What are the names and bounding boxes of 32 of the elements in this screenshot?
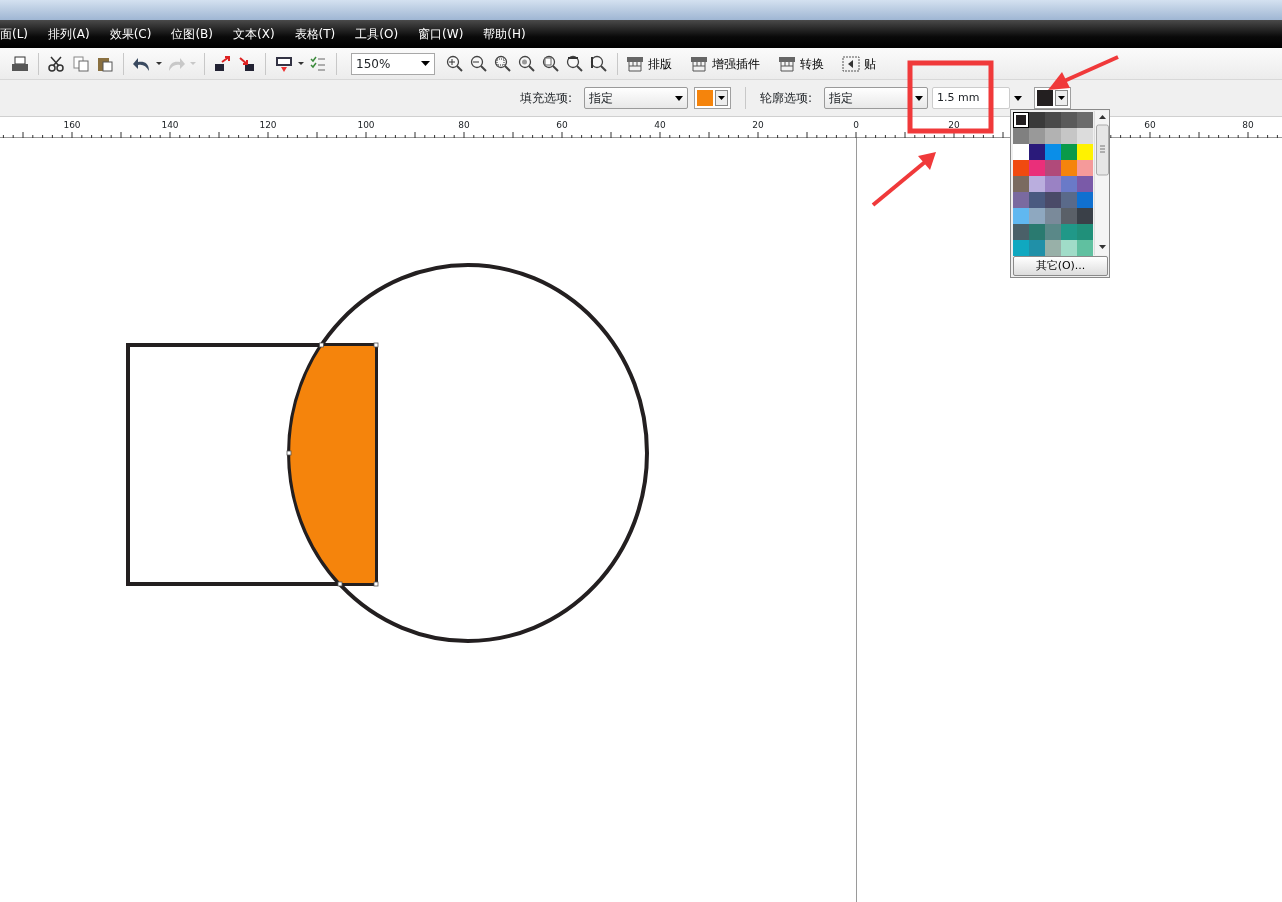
ruler-label: 100 (357, 119, 375, 132)
menu-item[interactable]: 表格(T) (294, 25, 336, 43)
ruler-label: 0 (853, 119, 859, 132)
ruler-label: 40 (654, 119, 666, 132)
menu-item[interactable]: 帮助(H) (483, 25, 526, 43)
menu-item[interactable]: 工具(O) (355, 25, 399, 43)
ruler-label: 20 (948, 119, 960, 132)
menu-item[interactable]: 文本(X) (233, 25, 275, 43)
toolbar-button[interactable]: 增强插件 (688, 54, 762, 73)
ruler-label: 60 (556, 119, 568, 132)
ruler-label: 120 (259, 119, 277, 132)
ruler-label: 80 (1242, 119, 1254, 132)
toolbar-button[interactable]: 贴 (840, 54, 878, 73)
ruler-label: 160 (63, 119, 81, 132)
menu-item[interactable]: 位图(B) (171, 25, 213, 43)
ruler-label: 20 (752, 119, 764, 132)
fill-dropdown[interactable]: 指定 (584, 87, 689, 109)
menu-item[interactable]: 面(L) (0, 25, 29, 43)
menu-item[interactable]: 窗口(W) (418, 25, 464, 43)
fill-label: 填充选项: (520, 90, 573, 107)
outline-label: 轮廓选项: (760, 90, 813, 107)
ruler-label: 80 (458, 119, 470, 132)
toolbar-button[interactable]: 排版 (624, 54, 674, 73)
outline-dropdown[interactable]: 指定 (824, 87, 929, 109)
other-colors-button[interactable]: 其它(O)... (1013, 256, 1108, 276)
menu-item[interactable]: 排列(A) (48, 25, 90, 43)
ruler-label: 140 (161, 119, 179, 132)
toolbar-button[interactable]: 转换 (776, 54, 826, 73)
outline-width-field[interactable]: 1.5 mm (932, 87, 1011, 109)
ruler-label: 60 (1144, 119, 1156, 132)
zoom-field[interactable]: 150% (351, 52, 435, 75)
menu-item[interactable]: 效果(C) (109, 25, 152, 43)
